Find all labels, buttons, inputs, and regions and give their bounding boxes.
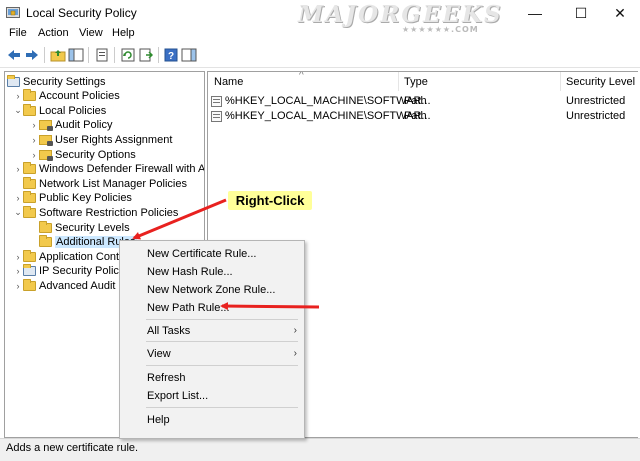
arrow-to-new-path-rule [220,302,320,311]
annotation-arrows [132,198,320,311]
arrow-to-additional-rules [132,198,227,240]
